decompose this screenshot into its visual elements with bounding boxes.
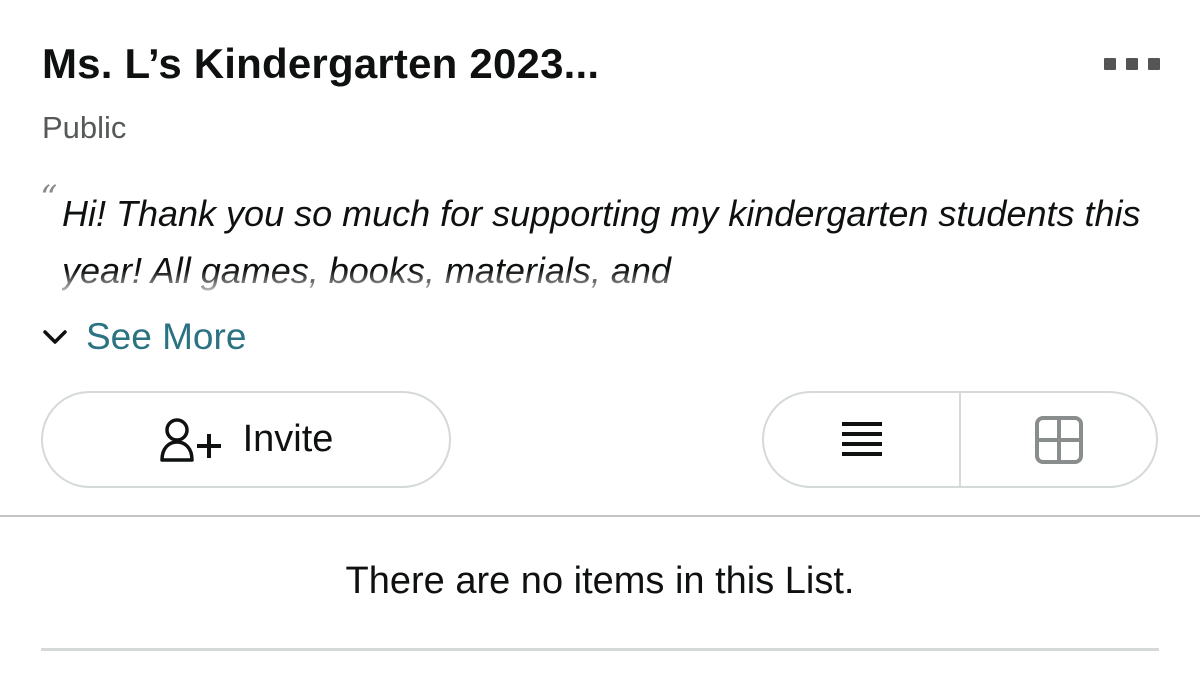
chevron-down-icon bbox=[43, 330, 67, 344]
grid-view-icon bbox=[1034, 415, 1083, 464]
see-more-link[interactable]: See More bbox=[42, 316, 246, 358]
section-divider bbox=[0, 515, 1200, 517]
list-view-icon bbox=[841, 421, 882, 456]
more-dot bbox=[1104, 58, 1116, 70]
list-view-button[interactable] bbox=[764, 393, 961, 486]
empty-list-message: There are no items in this List. bbox=[345, 560, 855, 602]
list-page: Ms. L’s Kindergarten 2023... Public “ Hi… bbox=[0, 0, 1200, 677]
grid-view-button[interactable] bbox=[961, 393, 1156, 486]
more-dot bbox=[1126, 58, 1138, 70]
invite-button[interactable]: Invite bbox=[41, 391, 451, 488]
visibility-label: Public bbox=[42, 110, 127, 145]
more-options-icon[interactable] bbox=[1104, 56, 1160, 72]
invite-label: Invite bbox=[242, 418, 334, 460]
section-divider bbox=[41, 648, 1159, 651]
list-description: Hi! Thank you so much for supporting my … bbox=[62, 193, 1141, 291]
add-person-icon bbox=[159, 417, 221, 462]
quote-mark-icon: “ bbox=[40, 178, 58, 218]
view-toggle bbox=[762, 391, 1158, 488]
more-dot bbox=[1148, 58, 1160, 70]
list-title: Ms. L’s Kindergarten 2023... bbox=[42, 40, 600, 87]
see-more-label: See More bbox=[86, 316, 247, 357]
